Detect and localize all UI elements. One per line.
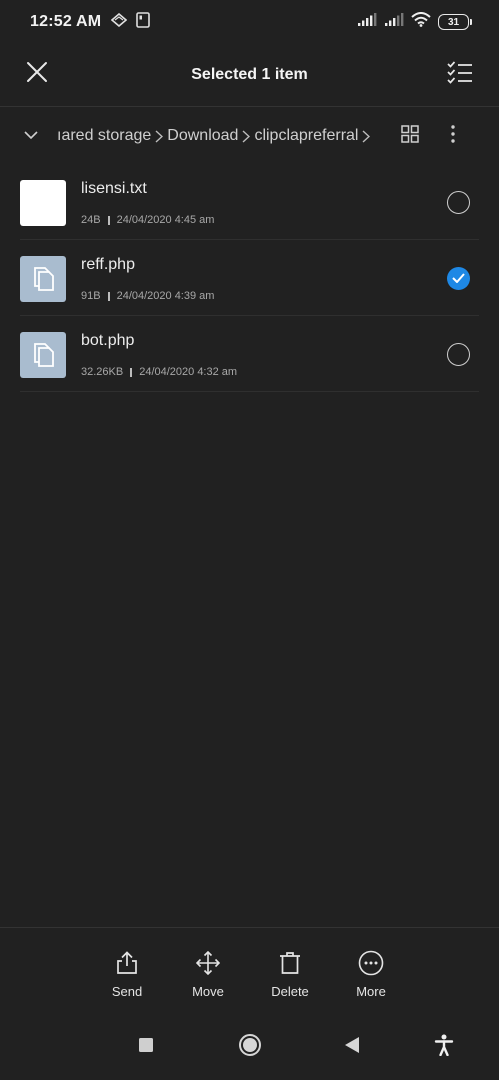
share-icon [114,950,140,976]
file-date: 24/04/2020 4:39 am [116,290,215,302]
breadcrumb-item-clipclapreferral[interactable]: clipclapreferral [254,127,358,145]
circle-icon [238,1033,262,1062]
overflow-menu-button[interactable] [441,124,465,148]
move-icon [195,950,221,976]
chevron-down-icon [24,127,38,145]
accessibility-icon [434,1034,454,1061]
file-meta: 91B 24/04/2020 4:39 am [81,290,214,302]
accessibility-button[interactable] [432,1034,456,1061]
grid-icon [401,124,419,148]
wifi-icon [411,12,431,32]
delete-label: Delete [271,984,309,999]
more-vertical-icon [451,124,455,148]
file-thumbnail [20,180,66,226]
send-label: Send [111,984,143,999]
file-meta: 32.26KB 24/04/2020 4:32 am [81,366,237,378]
select-checkbox[interactable] [447,343,470,366]
move-button[interactable]: Move [178,950,238,1004]
delete-button[interactable]: Delete [260,950,320,1004]
file-name: reff.php [81,256,135,273]
data-saver-icon [111,12,128,32]
grid-view-button[interactable] [398,124,422,148]
file-date: 24/04/2020 4:32 am [139,366,238,378]
breadcrumb-bar: ıared storage Download clipclapreferral [0,108,499,164]
select-checkbox-checked[interactable] [447,267,470,290]
recents-button[interactable] [134,1035,158,1059]
file-manager-screen: 12:52 AM 31 Selected 1 item ıared storag… [0,0,499,1080]
file-meta: 24B 24/04/2020 4:45 am [81,214,214,226]
square-icon [138,1037,154,1058]
send-button[interactable]: Send [97,950,157,1004]
chevron-right-icon [242,129,251,143]
close-icon [26,61,48,88]
document-icon [20,332,66,378]
signal-icon [357,12,377,32]
file-row-bot[interactable]: bot.php 32.26KB 24/04/2020 4:32 am [0,316,499,392]
divider [0,106,499,107]
file-size: 91B [81,290,101,302]
select-checkbox[interactable] [447,191,470,214]
document-icon [20,256,66,302]
signal-icon [384,12,404,32]
back-button[interactable] [340,1035,364,1059]
battery-icon: 31 [438,14,472,30]
page-title: Selected 1 item [191,66,308,83]
status-time: 12:52 AM [30,13,102,30]
breadcrumb-item-download[interactable]: Download [167,127,238,145]
chevron-right-icon [362,129,371,143]
more-horizontal-icon [358,950,384,976]
collapse-path-button[interactable] [20,125,42,147]
breadcrumb-item-shared-storage[interactable]: ıared storage [57,127,151,145]
file-list: lisensi.txt 24B 24/04/2020 4:45 am reff.… [0,164,499,392]
more-label: More [356,984,386,999]
file-size: 24B [81,214,101,226]
move-label: Move [192,984,224,999]
action-bar: Selected 1 item [0,44,499,106]
file-row-lisensi[interactable]: lisensi.txt 24B 24/04/2020 4:45 am [0,164,499,240]
navigation-bar [0,1013,499,1080]
file-name: lisensi.txt [81,180,147,197]
file-date: 24/04/2020 4:45 am [116,214,215,226]
home-button[interactable] [238,1033,262,1062]
checklist-icon [447,60,473,89]
status-bar: 12:52 AM 31 [0,0,499,44]
select-all-button[interactable] [443,57,477,91]
back-triangle-icon [344,1036,360,1059]
close-button[interactable] [20,57,54,91]
trash-icon [277,950,303,976]
screenshot-icon [136,11,151,33]
file-row-reff[interactable]: reff.php 91B 24/04/2020 4:39 am [0,240,499,316]
breadcrumb: ıared storage Download clipclapreferral [57,108,387,164]
bottom-toolbar: Send Move Delete More [0,927,499,1013]
checkmark-icon [452,270,465,288]
chevron-right-icon [155,129,164,143]
file-size: 32.26KB [81,366,124,378]
file-name: bot.php [81,332,135,349]
more-button[interactable]: More [341,950,401,1004]
